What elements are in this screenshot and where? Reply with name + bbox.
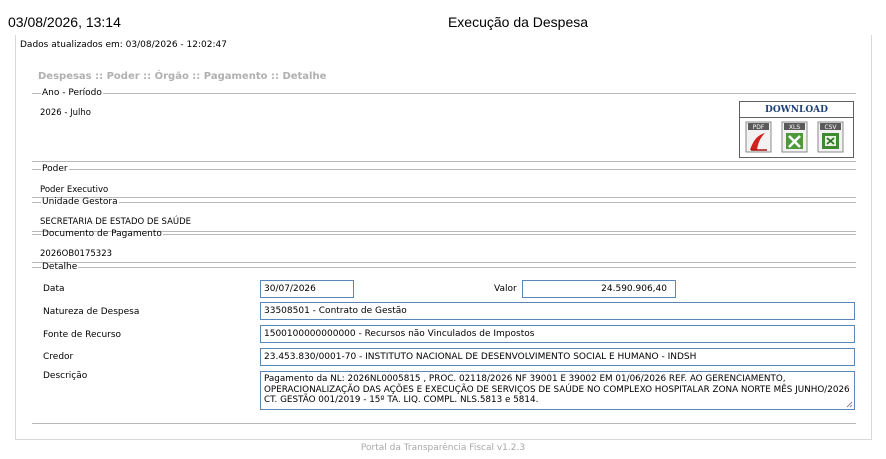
descricao-text: Pagamento da NL: 2026NL0005815 , PROC. 0… — [264, 374, 850, 405]
updated-timestamp: Dados atualizados em: 03/08/2026 - 12:02… — [20, 40, 227, 50]
fonte-recurso-field[interactable]: 1500100000000000 - Recursos não Vinculad… — [260, 325, 855, 343]
download-box: DOWNLOAD PDF XLS CSV — [739, 101, 854, 158]
page-title: Execução da Despesa — [447, 14, 589, 30]
poder-legend: Poder — [42, 164, 68, 174]
csv-icon[interactable]: CSV — [817, 121, 844, 153]
csv-icon-label: CSV — [824, 124, 837, 131]
fieldset-ano-periodo: Ano - Período 2026 - Julho — [32, 88, 856, 162]
credor-label: Credor — [43, 352, 74, 362]
natureza-despesa-label: Natureza de Despesa — [43, 307, 140, 317]
credor-field[interactable]: 23.453.830/0001-70 - INSTITUTO NACIONAL … — [260, 348, 855, 366]
download-title: DOWNLOAD — [740, 103, 853, 118]
unidade-gestora-value: SECRETARIA DE ESTADO DE SAÚDE — [40, 217, 192, 227]
documento-pagamento-legend: Documento de Pagamento — [42, 229, 162, 239]
descricao-textarea[interactable]: Pagamento da NL: 2026NL0005815 , PROC. 0… — [260, 371, 855, 410]
data-field[interactable]: 30/07/2026 — [260, 280, 354, 298]
fieldset-poder: Poder Poder Executivo — [32, 164, 856, 198]
documento-pagamento-value: 2026OB0175323 — [40, 249, 113, 259]
descricao-label: Descrição — [43, 371, 88, 381]
fonte-recurso-label: Fonte de Recurso — [43, 330, 122, 340]
natureza-despesa-field[interactable]: 33508501 - Contrato de Gestão — [260, 302, 855, 320]
unidade-gestora-legend: Unidade Gestora — [42, 197, 118, 207]
valor-label: Valor — [494, 284, 517, 294]
xls-icon[interactable]: XLS — [781, 121, 808, 153]
detalhe-legend: Detalhe — [42, 262, 78, 272]
valor-field[interactable]: 24.590.906,40 — [522, 280, 676, 298]
breadcrumb: Despesas :: Poder :: Órgão :: Pagamento … — [38, 71, 327, 82]
ano-periodo-legend: Ano - Período — [42, 88, 102, 98]
pdf-icon-label: PDF — [753, 124, 765, 131]
xls-icon-label: XLS — [789, 124, 800, 131]
resize-grip-icon[interactable] — [846, 401, 853, 408]
fieldset-documento-pagamento: Documento de Pagamento 2026OB0175323 — [32, 229, 856, 263]
poder-value: Poder Executivo — [40, 185, 109, 195]
data-label: Data — [43, 284, 65, 294]
fieldset-unidade-gestora: Unidade Gestora SECRETARIA DE ESTADO DE … — [32, 197, 856, 232]
pdf-icon[interactable]: PDF — [745, 121, 772, 153]
footer-version: Portal da Transparência Fiscal v1.2.3 — [360, 443, 526, 453]
ano-periodo-value: 2026 - Julho — [40, 108, 91, 118]
